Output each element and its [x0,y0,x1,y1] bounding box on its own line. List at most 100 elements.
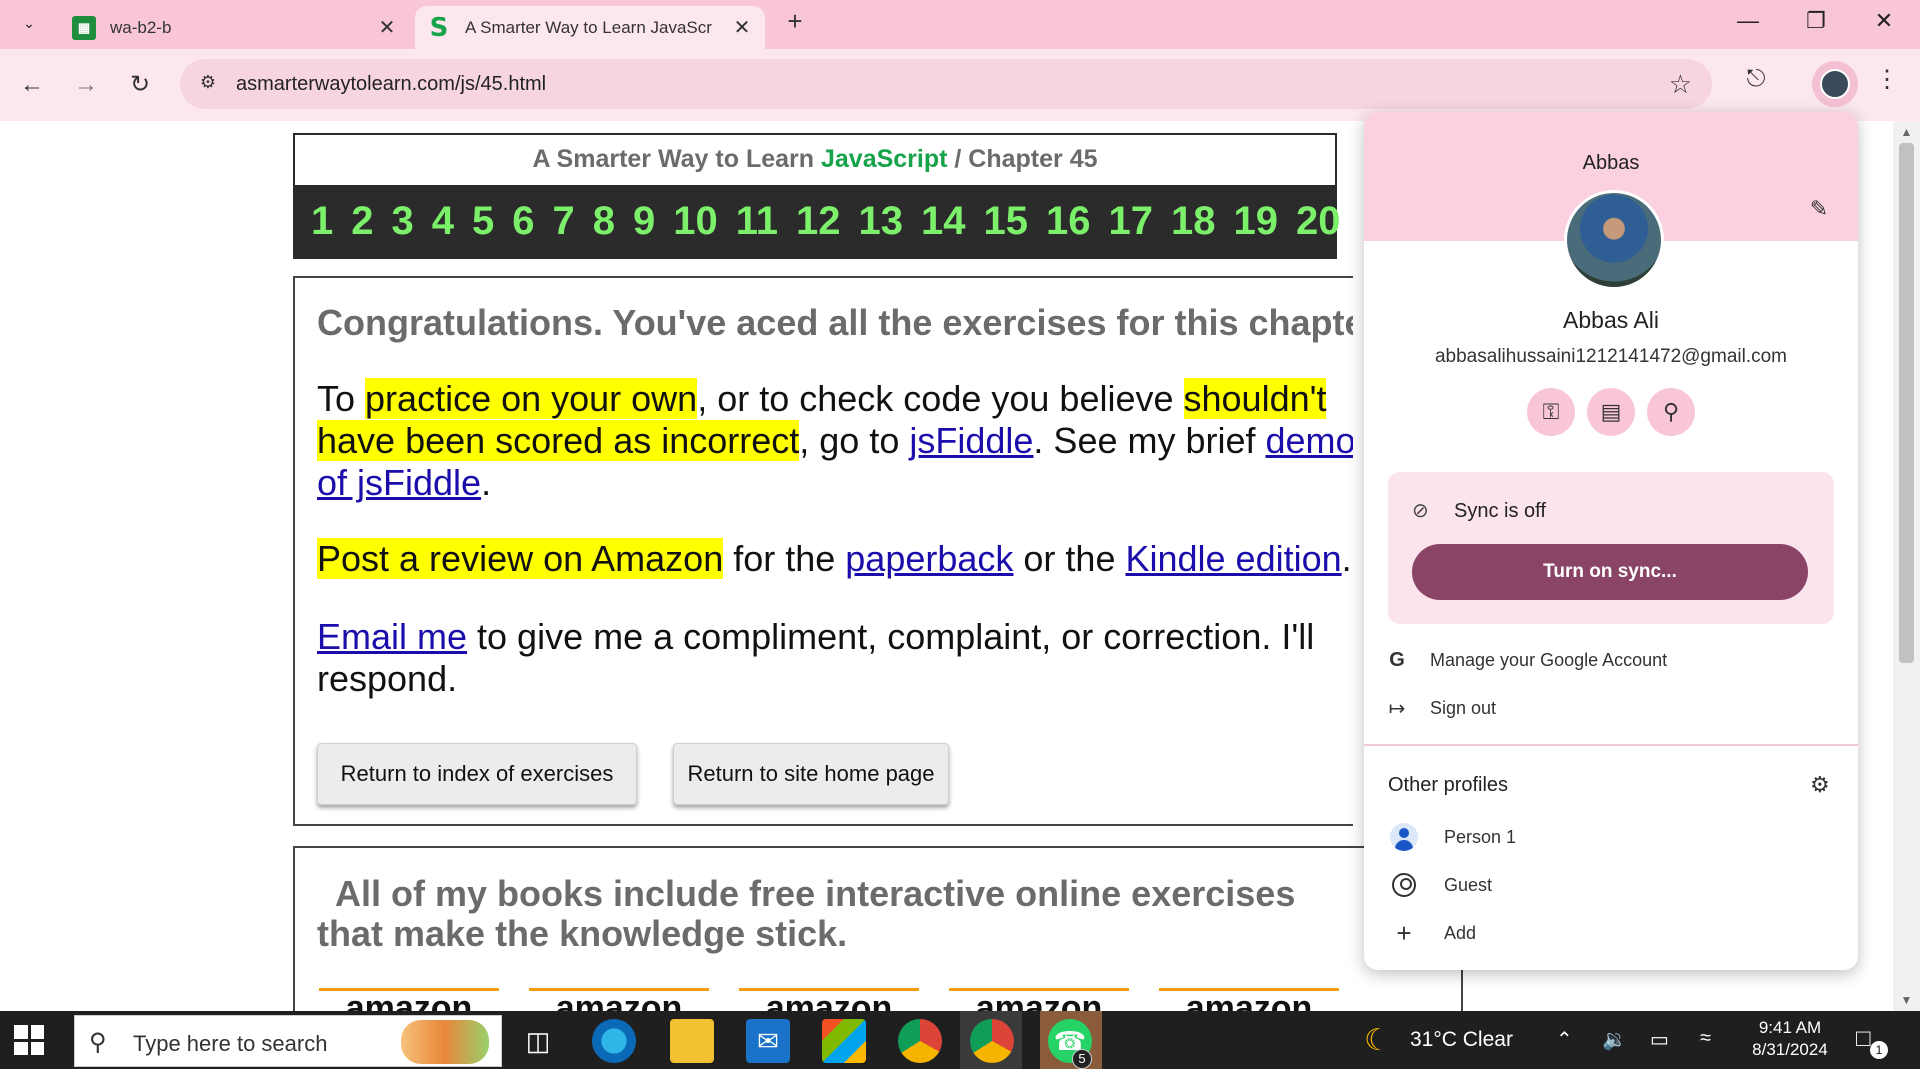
extensions-puzzle-icon[interactable]: ⎋ [1738,65,1774,101]
scroll-up-icon[interactable]: ▲ [1893,125,1920,139]
amazon-logo[interactable]: amazon [1159,988,1339,1011]
highlight: practice on your own [365,378,698,419]
page-scrollbar[interactable]: ▲ ▼ [1893,121,1920,1011]
chapter-link[interactable]: 20 [1296,199,1341,244]
chapter-link[interactable]: 6 [512,199,534,244]
sync-card: ⊘ Sync is off Turn on sync... [1388,472,1834,624]
tab-search-chevron-icon[interactable]: ⌄ [14,8,44,38]
tab-wa-b2-b[interactable]: ▦ wa-b2-b ✕ [60,6,410,49]
text: . [1341,538,1352,579]
task-view-icon[interactable]: ◫ [516,1019,560,1063]
windows-start-icon[interactable] [14,1025,44,1055]
mail-icon[interactable]: ✉ [746,1019,790,1063]
addresses-location-icon[interactable]: ⚲ [1647,388,1695,436]
chapter-link[interactable]: 16 [1046,199,1091,244]
profile-item-add[interactable]: + Add [1364,910,1858,956]
amazon-logo[interactable]: amazon [739,988,919,1011]
profile-label: Add [1444,922,1477,943]
chapter-link[interactable]: 3 [392,199,414,244]
new-tab-plus-icon[interactable]: + [780,6,810,36]
chapter-link[interactable]: 8 [593,199,615,244]
chapter-link[interactable]: 7 [553,199,575,244]
show-hidden-icons-chevron-icon[interactable]: ⌃ [1556,1027,1573,1052]
chapter-link[interactable]: 9 [633,199,655,244]
passwords-key-icon[interactable]: ⚿ [1527,388,1575,436]
google-icon: G [1389,648,1405,671]
turn-on-sync-button[interactable]: Turn on sync... [1412,544,1808,600]
sign-out-item[interactable]: ↦ Sign out [1364,685,1858,731]
restore-icon[interactable]: ❐ [1786,4,1846,38]
chapter-link[interactable]: 15 [984,199,1029,244]
chapter-link[interactable]: 12 [796,199,841,244]
forward-arrow-icon[interactable]: → [68,67,104,103]
tab-smarter-way-js[interactable]: S A Smarter Way to Learn JavaScr ✕ [415,6,765,49]
amazon-logo[interactable]: amazon [319,988,499,1011]
close-tab-icon[interactable]: ✕ [372,15,402,40]
chapter-link[interactable]: 2 [351,199,373,244]
congrats-heading: Congratulations. You've aced all the exe… [317,302,1353,343]
chapter-link[interactable]: 14 [921,199,966,244]
volume-icon[interactable]: 🔉 [1602,1027,1627,1052]
amazon-logo[interactable]: amazon [949,988,1129,1011]
chrome-icon[interactable] [898,1019,942,1063]
edge-icon[interactable] [592,1019,636,1063]
back-arrow-icon[interactable]: ← [14,67,50,103]
payment-card-icon[interactable]: ▤ [1587,388,1635,436]
scroll-thumb[interactable] [1899,143,1914,663]
title-chapter: Chapter 45 [968,145,1098,173]
title-js: JavaScript [820,145,948,173]
manage-profiles-gear-icon[interactable]: ⚙ [1810,772,1830,798]
store-icon[interactable] [822,1019,866,1063]
weather-text[interactable]: 31°C Clear [1410,1028,1513,1052]
return-home-button[interactable]: Return to site home page [673,743,949,805]
amazon-logo[interactable]: amazon [529,988,709,1011]
close-window-icon[interactable]: ✕ [1854,4,1914,38]
paperback-link[interactable]: paperback [845,538,1013,579]
battery-icon[interactable]: ▭ [1650,1027,1669,1052]
chapter-link[interactable]: 5 [472,199,494,244]
jsfiddle-link[interactable]: jsFiddle [909,420,1033,461]
highlight: Post a review on Amazon [317,538,724,579]
clock[interactable]: 9:41 AM 8/31/2024 [1740,1017,1840,1061]
sync-status: Sync is off [1454,500,1546,522]
notifications-icon[interactable]: □ [1856,1025,1871,1053]
return-index-button[interactable]: Return to index of exercises [317,743,637,805]
bookmark-star-icon[interactable]: ☆ [1669,69,1692,100]
menu-label: Manage your Google Account [1430,649,1668,670]
kindle-link[interactable]: Kindle edition [1125,538,1341,579]
url-text[interactable]: asmarterwaytolearn.com/js/45.html [236,73,546,96]
email-me-link[interactable]: Email me [317,616,467,657]
chapter-link[interactable]: 10 [673,199,718,244]
chapter-link[interactable]: 4 [432,199,454,244]
result-panel: Congratulations. You've aced all the exe… [293,276,1353,826]
profile-button[interactable] [1812,61,1858,107]
menu-kebab-icon[interactable]: ⋮ [1872,65,1902,101]
wifi-icon[interactable]: ≈ [1700,1027,1711,1050]
sign-out-icon: ↦ [1388,697,1406,720]
chapter-link[interactable]: 18 [1171,199,1216,244]
site-info-icon[interactable]: ⚙ [196,72,220,96]
weather-moon-icon[interactable]: ☾ [1364,1023,1391,1058]
minimize-icon[interactable]: — [1718,4,1778,38]
edit-pencil-icon[interactable]: ✎ [1804,196,1834,226]
close-tab-icon[interactable]: ✕ [727,15,757,40]
person-icon [1390,823,1418,851]
scroll-down-icon[interactable]: ▼ [1893,993,1920,1007]
taskbar-search[interactable]: ⚲ Type here to search [74,1015,502,1067]
file-explorer-icon[interactable] [670,1019,714,1063]
chapter-link[interactable]: 13 [859,199,904,244]
chapter-link[interactable]: 19 [1234,199,1279,244]
manage-google-account-item[interactable]: G Manage your Google Account [1364,637,1858,683]
chapter-link[interactable]: 17 [1109,199,1154,244]
sheets-icon: ▦ [72,15,96,40]
profile-item-person-1[interactable]: Person 1 [1364,814,1858,860]
review-paragraph: Post a review on Amazon for the paperbac… [317,538,1353,580]
profile-item-guest[interactable]: Guest [1364,862,1858,908]
address-bar[interactable]: ⚙ asmarterwaytolearn.com/js/45.html ☆ [180,59,1712,109]
reload-icon[interactable]: ↻ [122,67,158,103]
other-profiles-title: Other profiles [1388,774,1509,796]
notification-count: 1 [1870,1041,1888,1059]
chapter-link[interactable]: 1 [311,199,333,244]
chapter-link[interactable]: 11 [736,199,778,244]
chrome-profile-icon[interactable] [970,1019,1014,1063]
